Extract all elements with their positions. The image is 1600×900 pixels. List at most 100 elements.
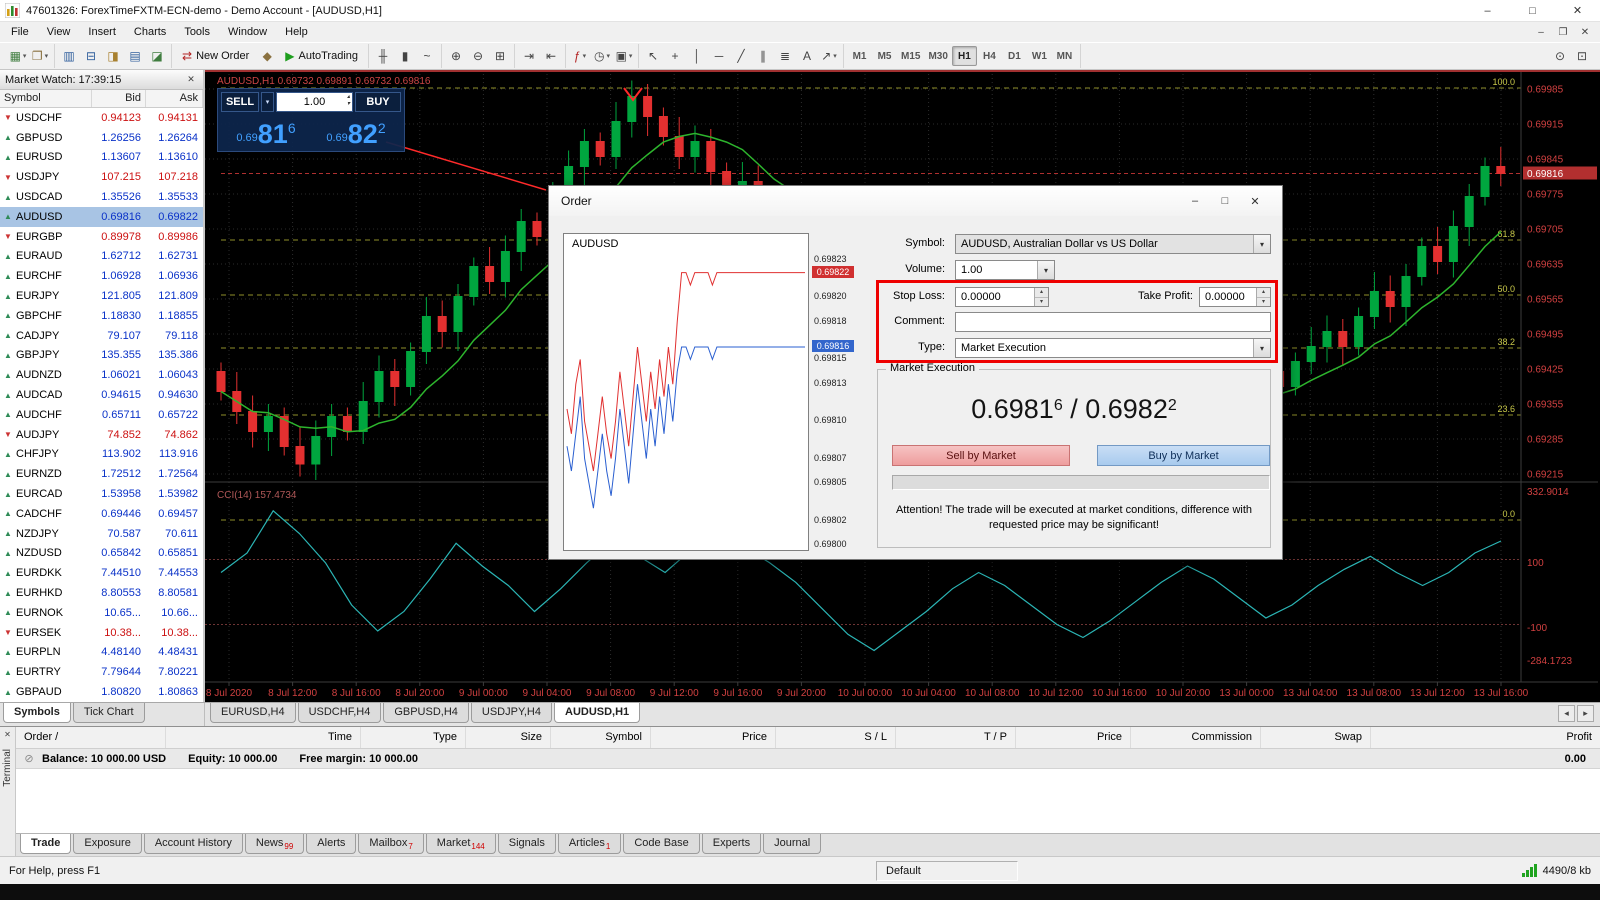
- channel-button[interactable]: ∥: [752, 45, 774, 67]
- window-layout-button[interactable]: ⊡: [1571, 45, 1593, 67]
- line-chart-button[interactable]: ~: [416, 45, 438, 67]
- timeframe-d1-button[interactable]: D1: [1002, 46, 1027, 66]
- menu-view[interactable]: View: [38, 23, 80, 41]
- mdi-minimize-button[interactable]: –: [1530, 23, 1552, 41]
- new-chart-button[interactable]: ▦▾: [7, 45, 29, 67]
- market-watch-row[interactable]: ▼USDJPY107.215107.218: [0, 167, 203, 187]
- quick-volume-spinner[interactable]: ▴▾: [347, 94, 350, 108]
- terminal-tab-account-history[interactable]: Account History: [144, 834, 243, 854]
- market-watch-row[interactable]: ▲GBPAUD1.808201.80863: [0, 682, 203, 702]
- chart-shift-button[interactable]: ⇤: [540, 45, 562, 67]
- maximize-button[interactable]: □: [1510, 0, 1555, 22]
- fibonacci-button[interactable]: ≣: [774, 45, 796, 67]
- quick-buy-price-button[interactable]: 0.69 82 2: [311, 114, 401, 148]
- terminal-tab-experts[interactable]: Experts: [702, 834, 761, 854]
- market-watch-row[interactable]: ▲GBPJPY135.355135.386: [0, 346, 203, 366]
- horizontal-line-button[interactable]: ─: [708, 45, 730, 67]
- market-watch-row[interactable]: ▲EURPLN4.481404.48431: [0, 643, 203, 663]
- market-watch-row[interactable]: ▲EURNZD1.725121.72564: [0, 464, 203, 484]
- menu-tools[interactable]: Tools: [175, 23, 219, 41]
- terminal-tab-code-base[interactable]: Code Base: [623, 834, 699, 854]
- market-watch-row[interactable]: ▲EURHKD8.805538.80581: [0, 583, 203, 603]
- terminal-panel-button[interactable]: ▤: [124, 45, 146, 67]
- navigator-button[interactable]: ◨: [102, 45, 124, 67]
- market-watch-row[interactable]: ▲GBPCHF1.188301.18855: [0, 306, 203, 326]
- market-watch-row[interactable]: ▲USDCAD1.355261.35533: [0, 187, 203, 207]
- chevron-down-icon[interactable]: ▾: [1253, 339, 1270, 357]
- dialog-minimize-button[interactable]: –: [1180, 191, 1210, 211]
- profiles-button[interactable]: ❐▾: [29, 45, 51, 67]
- search-button[interactable]: ⊙: [1549, 45, 1571, 67]
- minimize-button[interactable]: –: [1465, 0, 1510, 22]
- trendline-button[interactable]: ╱: [730, 45, 752, 67]
- tile-windows-button[interactable]: ⊞: [489, 45, 511, 67]
- tab-tick-chart[interactable]: Tick Chart: [73, 703, 145, 723]
- autotrading-button[interactable]: ▶AutoTrading: [278, 45, 365, 67]
- quick-volume-input[interactable]: 1.00 ▴▾: [276, 92, 353, 112]
- tab-symbols[interactable]: Symbols: [3, 703, 71, 723]
- templates-button[interactable]: ▣▾: [613, 45, 635, 67]
- market-watch-row[interactable]: ▲NZDUSD0.658420.65851: [0, 544, 203, 564]
- menu-help[interactable]: Help: [276, 23, 317, 41]
- text-button[interactable]: A: [796, 45, 818, 67]
- market-watch-row[interactable]: ▲EURTRY7.796447.80221: [0, 662, 203, 682]
- market-watch-button[interactable]: ▥: [58, 45, 80, 67]
- timeframe-m30-button[interactable]: M30: [924, 46, 951, 66]
- quick-sell-dropdown-icon[interactable]: ▾: [261, 92, 274, 112]
- market-watch-row[interactable]: ▼USDCHF0.941230.94131: [0, 108, 203, 128]
- volume-select[interactable]: 1.00 ▾: [955, 260, 1055, 280]
- vertical-line-button[interactable]: │: [686, 45, 708, 67]
- data-window-button[interactable]: ⊟: [80, 45, 102, 67]
- terminal-tab-alerts[interactable]: Alerts: [306, 834, 356, 854]
- timeframe-w1-button[interactable]: W1: [1027, 46, 1052, 66]
- status-profile[interactable]: Default: [876, 861, 1018, 881]
- timeframe-m15-button[interactable]: M15: [897, 46, 924, 66]
- terminal-tab-signals[interactable]: Signals: [498, 834, 556, 854]
- market-watch-row[interactable]: ▲EURNOK10.65...10.66...: [0, 603, 203, 623]
- zoom-out-button[interactable]: ⊖: [467, 45, 489, 67]
- buy-by-market-button[interactable]: Buy by Market: [1097, 445, 1270, 466]
- terminal-tab-market[interactable]: Market144: [426, 834, 496, 854]
- timeframe-mn-button[interactable]: MN: [1052, 46, 1077, 66]
- market-watch-row[interactable]: ▲EURJPY121.805121.809: [0, 286, 203, 306]
- quick-sell-price-button[interactable]: 0.69 81 6: [221, 114, 311, 148]
- type-select[interactable]: Market Execution ▾: [955, 338, 1271, 358]
- timeframe-h1-button[interactable]: H1: [952, 46, 977, 66]
- auto-scroll-button[interactable]: ⇥: [518, 45, 540, 67]
- strategy-tester-button[interactable]: ◪: [146, 45, 168, 67]
- market-watch-row[interactable]: ▲EURCAD1.539581.53982: [0, 484, 203, 504]
- market-watch-row[interactable]: ▲NZDJPY70.58770.611: [0, 524, 203, 544]
- market-watch-row[interactable]: ▲EURAUD1.627121.62731: [0, 247, 203, 267]
- new-order-button[interactable]: ⇄New Order: [175, 45, 256, 67]
- chevron-down-icon[interactable]: ▾: [1037, 261, 1054, 279]
- mdi-close-button[interactable]: ✕: [1574, 23, 1596, 41]
- candlestick-chart-button[interactable]: ▮: [394, 45, 416, 67]
- market-watch-row[interactable]: ▲EURUSD1.136071.13610: [0, 148, 203, 168]
- market-watch-row[interactable]: ▲GBPUSD1.262561.26264: [0, 128, 203, 148]
- indicators-button[interactable]: ƒ▾: [569, 45, 591, 67]
- sell-by-market-button[interactable]: Sell by Market: [892, 445, 1070, 466]
- terminal-tab-exposure[interactable]: Exposure: [73, 834, 141, 854]
- market-watch-row[interactable]: ▲AUDCAD0.946150.94630: [0, 385, 203, 405]
- market-watch-row[interactable]: ▲EURCHF1.069281.06936: [0, 266, 203, 286]
- terminal-tab-news[interactable]: News99: [245, 834, 304, 854]
- dialog-close-button[interactable]: ✕: [1240, 191, 1270, 211]
- column-header-symbol[interactable]: Symbol: [0, 90, 92, 107]
- terminal-tab-mailbox[interactable]: Mailbox7: [358, 834, 423, 854]
- zoom-in-button[interactable]: ⊕: [445, 45, 467, 67]
- market-watch-row[interactable]: ▼AUDJPY74.85274.862: [0, 425, 203, 445]
- bar-chart-button[interactable]: ╫: [372, 45, 394, 67]
- periods-button[interactable]: ◷▾: [591, 45, 613, 67]
- tab-prev-icon[interactable]: ◂: [1558, 705, 1575, 722]
- mdi-restore-button[interactable]: ❐: [1552, 23, 1574, 41]
- menu-charts[interactable]: Charts: [125, 23, 175, 41]
- market-watch-row[interactable]: ▲CADJPY79.10779.118: [0, 326, 203, 346]
- menu-window[interactable]: Window: [219, 23, 276, 41]
- timeframe-h4-button[interactable]: H4: [977, 46, 1002, 66]
- chart-tab-eurusd-h4[interactable]: EURUSD,H4: [210, 703, 296, 723]
- chart-tab-usdjpy-h4[interactable]: USDJPY,H4: [471, 703, 552, 723]
- market-watch-row[interactable]: ▲AUDNZD1.060211.06043: [0, 365, 203, 385]
- arrows-button[interactable]: ↗▾: [818, 45, 840, 67]
- market-watch-close-icon[interactable]: ✕: [184, 74, 198, 85]
- close-button[interactable]: ✕: [1555, 0, 1600, 22]
